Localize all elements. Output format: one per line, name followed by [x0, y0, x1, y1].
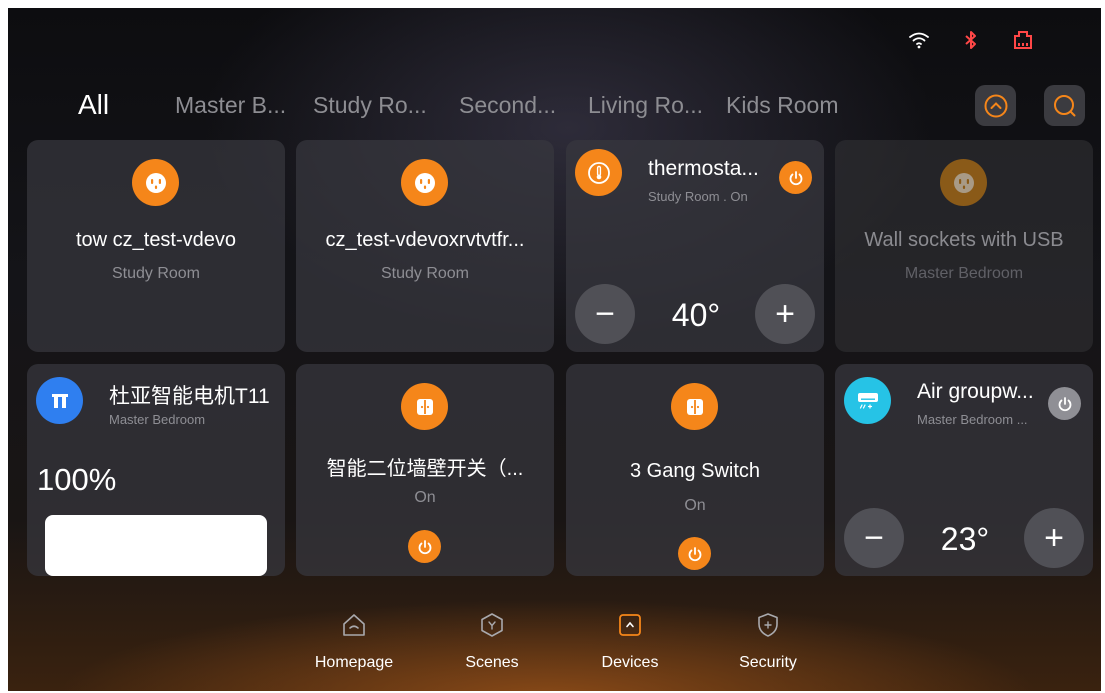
device-name: Air groupw...: [917, 380, 1034, 403]
device-room: Study Room: [111, 265, 201, 282]
tab-study-room[interactable]: Study Ro...: [313, 83, 427, 127]
device-card-cz-test-vdevo[interactable]: cz_test-vdevoxrvtvtfr... Study Room: [296, 140, 554, 352]
search-button[interactable]: [1044, 85, 1085, 126]
device-room: Master Bedroom ...: [917, 412, 1028, 427]
device-name: 智能二位墙壁开关（...: [326, 458, 524, 480]
device-state: On: [414, 489, 436, 506]
nav-label: Security: [739, 654, 797, 671]
position-slider[interactable]: [45, 515, 267, 576]
nav-devices[interactable]: Devices: [575, 612, 685, 672]
device-card-3-gang-switch[interactable]: 3 Gang Switch On: [566, 364, 824, 576]
nav-scenes[interactable]: Scenes: [437, 612, 547, 672]
switch-icon: [671, 383, 718, 430]
nav-security[interactable]: Security: [713, 612, 823, 672]
tab-all[interactable]: All: [78, 83, 109, 127]
temperature-value: 23°: [940, 521, 990, 557]
search-icon: [1053, 94, 1075, 116]
device-card-thermostat[interactable]: thermosta... Study Room . On − 40° +: [566, 140, 824, 352]
device-room: Master Bedroom: [904, 265, 1024, 282]
bluetooth-icon: [959, 28, 983, 52]
power-button[interactable]: [678, 537, 711, 570]
switch-icon: [401, 383, 448, 430]
device-card-tow-cz-test[interactable]: tow cz_test-vdevo Study Room: [27, 140, 285, 352]
room-tabs: All Master B... Study Ro... Second... Li…: [8, 83, 1101, 127]
temperature-value: 40°: [671, 297, 721, 333]
device-name: cz_test-vdevoxrvtvtfr...: [325, 229, 525, 251]
device-card-air-group[interactable]: Air groupw... Master Bedroom ... − 23° +: [835, 364, 1093, 576]
tab-living-room[interactable]: Living Ro...: [588, 83, 703, 127]
device-name: thermosta...: [648, 157, 759, 180]
power-icon: [789, 170, 802, 185]
nav-label: Scenes: [465, 654, 519, 671]
device-status: Study Room . On: [648, 189, 748, 204]
decrease-temp-button[interactable]: −: [844, 508, 904, 568]
power-button[interactable]: [1048, 387, 1081, 420]
socket-icon: [940, 159, 987, 206]
power-icon: [1058, 396, 1071, 411]
wifi-icon: [907, 28, 931, 52]
status-bar: [907, 26, 1035, 54]
device-state: On: [684, 497, 706, 514]
nav-label: Homepage: [314, 654, 394, 671]
home-icon: [341, 612, 367, 638]
increase-temp-button[interactable]: +: [755, 284, 815, 344]
power-icon: [418, 539, 431, 554]
socket-icon: [401, 159, 448, 206]
power-icon: [688, 546, 701, 561]
ethernet-icon: [1011, 28, 1035, 52]
device-card-two-gang-wall-switch[interactable]: 智能二位墙壁开关（... On: [296, 364, 554, 576]
tab-second[interactable]: Second...: [459, 83, 556, 127]
tab-kids-room[interactable]: Kids Room: [726, 83, 838, 127]
decrease-temp-button[interactable]: −: [575, 284, 635, 344]
nav-homepage[interactable]: Homepage: [299, 612, 409, 672]
thermometer-icon: [575, 149, 622, 196]
security-shield-icon: [755, 612, 781, 638]
device-screen: All Master B... Study Ro... Second... Li…: [8, 8, 1101, 691]
chevron-up-circle-icon: [984, 94, 1007, 117]
device-card-wall-sockets[interactable]: Wall sockets with USB Master Bedroom: [835, 140, 1093, 352]
devices-icon: [617, 612, 643, 638]
position-value: 100%: [37, 462, 117, 497]
nav-label: Devices: [601, 654, 659, 671]
device-room: Master Bedroom: [109, 412, 206, 427]
tab-master-bedroom[interactable]: Master B...: [175, 83, 286, 127]
power-button[interactable]: [779, 161, 812, 194]
power-button[interactable]: [408, 530, 441, 563]
increase-temp-button[interactable]: +: [1024, 508, 1084, 568]
device-card-curtain-motor[interactable]: 杜亚智能电机T11 Master Bedroom 100%: [27, 364, 285, 576]
curtain-motor-icon: [36, 377, 83, 424]
device-name: tow cz_test-vdevo: [75, 229, 237, 251]
device-room: Study Room: [380, 265, 470, 282]
scenes-icon: [479, 612, 505, 638]
air-conditioner-icon: [844, 377, 891, 424]
device-name: 杜亚智能电机T11: [109, 385, 270, 408]
device-name: Wall sockets with USB: [864, 229, 1064, 251]
device-name: 3 Gang Switch: [629, 460, 761, 482]
socket-icon: [132, 159, 179, 206]
collapse-button[interactable]: [975, 85, 1016, 126]
